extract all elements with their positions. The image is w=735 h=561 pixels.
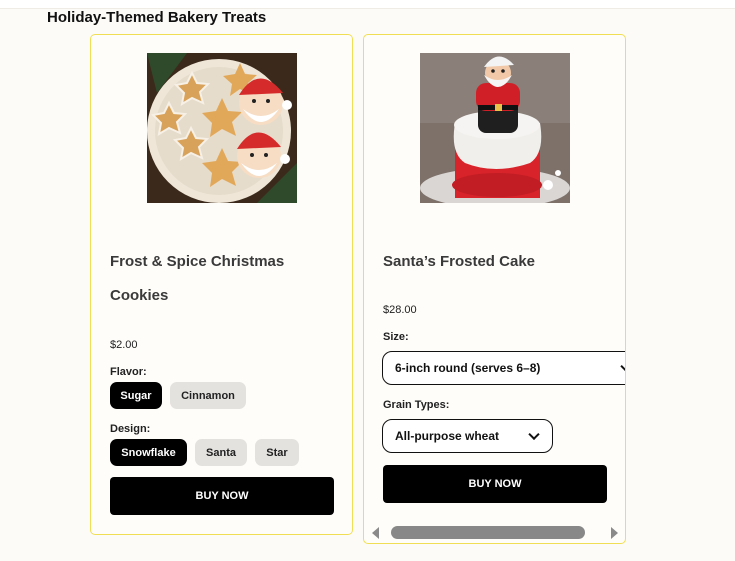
chevron-down-icon xyxy=(528,428,540,441)
grain-types-label: Grain Types: xyxy=(383,399,450,411)
horizontal-scrollbar[interactable] xyxy=(364,522,625,543)
top-strip xyxy=(0,0,735,9)
flavor-option-sugar[interactable]: Sugar xyxy=(110,382,162,409)
flavor-option-cinnamon[interactable]: Cinnamon xyxy=(170,382,246,409)
product-price: $2.00 xyxy=(110,339,138,351)
size-select[interactable]: 6-inch round (serves 6–8) xyxy=(382,351,625,385)
product-name-line-1: Frost & Spice Christmas xyxy=(110,253,285,270)
flavor-label: Flavor: xyxy=(110,366,147,378)
design-option-santa[interactable]: Santa xyxy=(195,439,247,466)
product-image-cookies[interactable] xyxy=(147,53,297,203)
product-card-cake: Santa’s Frosted Cake $28.00 Size: 6-inch… xyxy=(363,34,626,544)
arrow-right-icon[interactable] xyxy=(611,527,618,539)
grain-types-select[interactable]: All-purpose wheat xyxy=(382,419,553,453)
arrow-left-icon[interactable] xyxy=(372,527,379,539)
scrollbar-thumb[interactable] xyxy=(391,526,585,539)
design-option-snowflake[interactable]: Snowflake xyxy=(110,439,187,466)
chevron-down-icon xyxy=(620,360,625,373)
product-name: Frost & Spice Christmas Cookies xyxy=(110,245,340,313)
product-card-cookies: Frost & Spice Christmas Cookies $2.00 Fl… xyxy=(90,34,353,535)
buy-now-button[interactable]: BUY NOW xyxy=(110,477,334,515)
product-image-cake[interactable] xyxy=(420,53,570,203)
design-label: Design: xyxy=(110,423,151,435)
grain-select-value: All-purpose wheat xyxy=(395,429,500,443)
buy-now-button[interactable]: BUY NOW xyxy=(383,465,607,503)
size-select-value: 6-inch round (serves 6–8) xyxy=(395,361,541,375)
product-name: Santa’s Frosted Cake xyxy=(383,253,535,270)
product-name-line-2: Cookies xyxy=(110,287,169,304)
product-price: $28.00 xyxy=(383,304,417,316)
size-label: Size: xyxy=(383,331,409,343)
design-option-star[interactable]: Star xyxy=(255,439,299,466)
section-title: Holiday-Themed Bakery Treats xyxy=(47,9,267,26)
